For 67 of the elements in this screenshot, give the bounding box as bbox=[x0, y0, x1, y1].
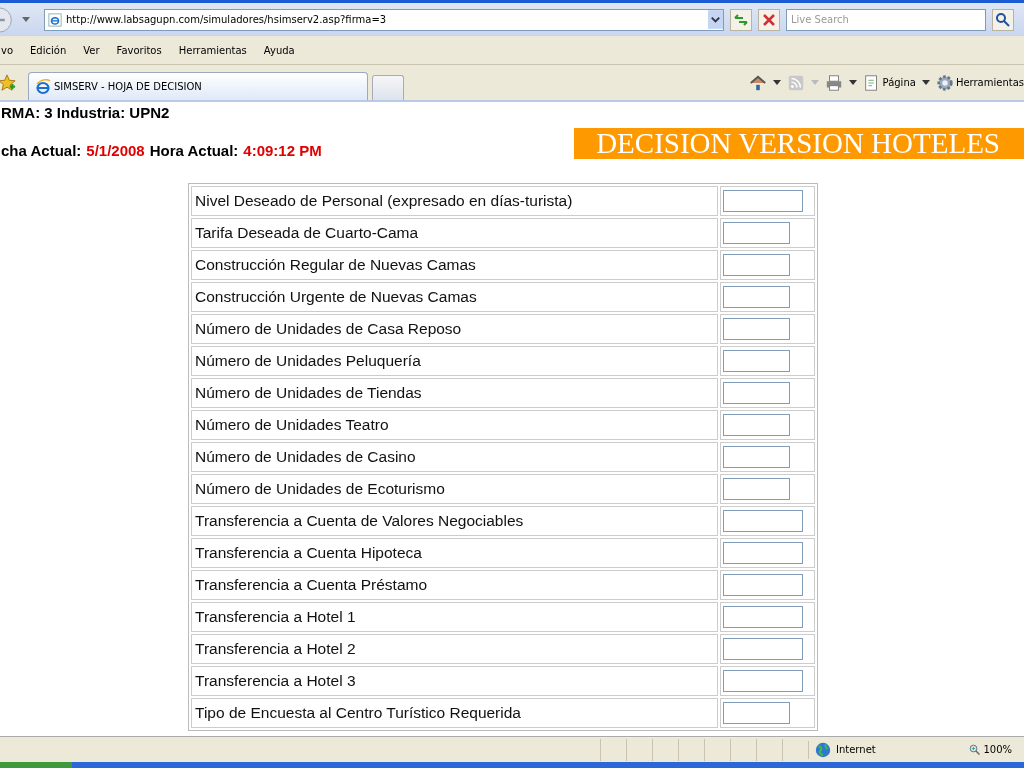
table-cell: Número de Unidades de Casino bbox=[191, 442, 718, 472]
input-field[interactable] bbox=[723, 478, 790, 500]
time-label: Hora Actual: bbox=[149, 142, 239, 159]
search-icon[interactable] bbox=[992, 8, 1014, 31]
time-value: 4:09:12 PM bbox=[243, 142, 322, 159]
input-field[interactable] bbox=[723, 702, 790, 724]
table-cell: Transferencia a Hotel 1 bbox=[191, 602, 718, 632]
menu-item[interactable]: Favoritos bbox=[116, 44, 162, 56]
menu-item[interactable]: Edición bbox=[30, 44, 67, 56]
new-tab-button[interactable] bbox=[372, 75, 404, 100]
input-field[interactable] bbox=[723, 318, 790, 340]
favorites-star-icon[interactable] bbox=[0, 73, 16, 92]
table-cell: Número de Unidades de Tiendas bbox=[191, 378, 718, 408]
refresh-icon[interactable] bbox=[730, 8, 752, 31]
table-cell: Transferencia a Hotel 3 bbox=[191, 666, 718, 696]
table-cell: Número de Unidades de Casa Reposo bbox=[191, 314, 718, 344]
menu-item[interactable]: Ayuda bbox=[263, 44, 295, 56]
page-banner: DECISION VERSION HOTELES bbox=[574, 128, 1024, 159]
dropdown-arrow-icon[interactable] bbox=[772, 80, 781, 85]
input-field[interactable] bbox=[723, 670, 803, 692]
menu-item[interactable]: Ver bbox=[83, 44, 100, 56]
input-field[interactable] bbox=[723, 446, 790, 468]
gear-icon bbox=[935, 73, 954, 92]
date-label: cha Actual: bbox=[1, 142, 82, 159]
table-cell: Número de Unidades Peluquería bbox=[191, 346, 718, 376]
menu-item[interactable]: Herramientas bbox=[178, 44, 247, 56]
print-icon[interactable] bbox=[824, 73, 843, 92]
input-field[interactable] bbox=[723, 190, 803, 212]
table-cell: Número de Unidades Teatro bbox=[191, 410, 718, 440]
table-cell: Construcción Urgente de Nuevas Camas bbox=[191, 282, 718, 312]
page-menu-button[interactable]: Página bbox=[862, 73, 916, 92]
table-cell: Construcción Regular de Nuevas Camas bbox=[191, 250, 718, 280]
table-cell: Transferencia a Cuenta Préstamo bbox=[191, 570, 718, 600]
home-icon[interactable] bbox=[748, 73, 767, 92]
address-field[interactable]: http://www.labsagupn.com/simuladores/hsimserv2.asp?firma=3 bbox=[44, 8, 724, 31]
input-field[interactable] bbox=[723, 574, 803, 596]
input-field[interactable] bbox=[723, 606, 803, 628]
table-cell: Transferencia a Hotel 2 bbox=[191, 634, 718, 664]
dropdown-arrow-icon[interactable] bbox=[848, 80, 857, 85]
globe-icon bbox=[814, 740, 832, 759]
input-field[interactable] bbox=[723, 350, 790, 372]
close-icon[interactable] bbox=[758, 8, 780, 31]
table-cell: Tipo de Encuesta al Centro Turístico Requerida bbox=[191, 698, 718, 728]
input-field[interactable] bbox=[723, 414, 790, 436]
table-cell: Nivel Deseado de Personal (expresado en días-turista) bbox=[191, 186, 718, 216]
input-field[interactable] bbox=[723, 222, 790, 244]
input-field[interactable] bbox=[723, 254, 790, 276]
date-value: 5/1/2008 bbox=[86, 142, 145, 159]
input-field[interactable] bbox=[723, 382, 790, 404]
search-field[interactable]: Live Search bbox=[786, 8, 986, 31]
browser-tab[interactable]: SIMSERV - HOJA DE DECISION bbox=[28, 72, 368, 100]
menu-item[interactable]: vo bbox=[1, 44, 14, 56]
dropdown-arrow-icon[interactable] bbox=[921, 80, 930, 85]
tools-menu-button[interactable]: Herramientas bbox=[935, 73, 1024, 92]
input-field[interactable] bbox=[723, 510, 803, 532]
table-cell: Número de Unidades de Ecoturismo bbox=[191, 474, 718, 504]
zoom-level[interactable]: 100% bbox=[969, 743, 1012, 756]
table-cell: Tarifa Deseada de Cuarto-Cama bbox=[191, 218, 718, 248]
firm-industry-text: RMA: 3 Industria: UPN2 bbox=[1, 104, 171, 121]
table-cell: Transferencia a Cuenta de Valores Negociables bbox=[191, 506, 718, 536]
magnifier-icon bbox=[969, 743, 982, 756]
security-zone: Internet bbox=[808, 740, 970, 759]
feed-icon[interactable] bbox=[786, 73, 805, 92]
input-field[interactable] bbox=[723, 542, 803, 564]
table-cell: Transferencia a Cuenta Hipoteca bbox=[191, 538, 718, 568]
input-field[interactable] bbox=[723, 638, 803, 660]
input-field[interactable] bbox=[723, 286, 790, 308]
